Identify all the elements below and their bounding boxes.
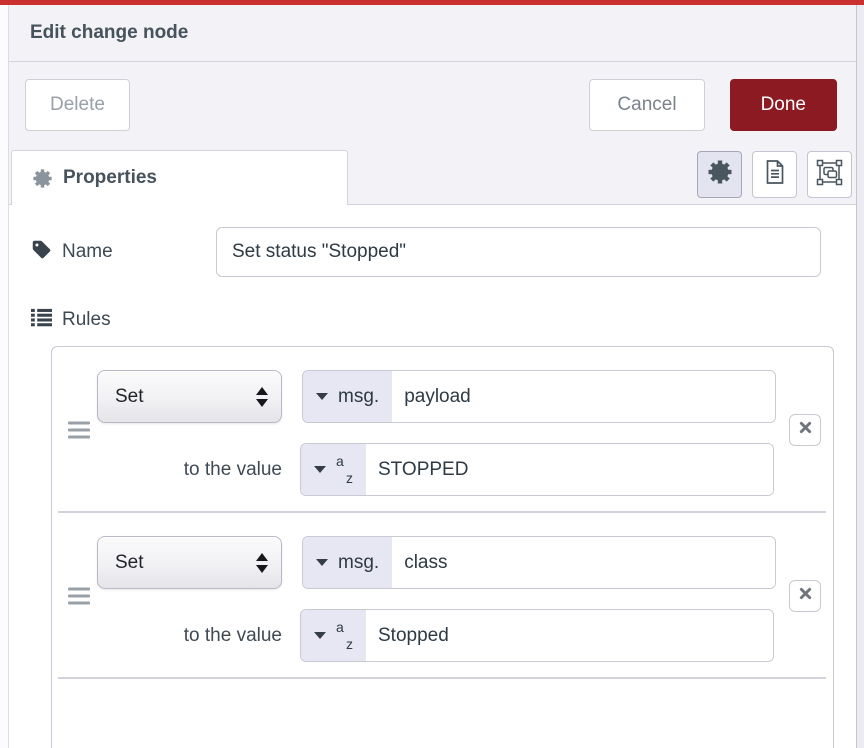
tab-properties-label: Properties [63, 167, 157, 189]
caret-down-icon [316, 559, 328, 566]
tab-bar: Properties [9, 148, 856, 205]
rule-1-value-field[interactable] [366, 444, 773, 495]
rule-1-property-input: msg. [302, 370, 776, 423]
gear-icon [708, 160, 732, 189]
to-the-value-label: to the value [52, 459, 282, 481]
rule-1-property-row: Set msg. [97, 370, 833, 423]
rule-2-value-row: to the value az [52, 609, 833, 662]
name-label-text: Name [62, 241, 113, 263]
rule-1-value-input: az [300, 443, 774, 496]
string-type-icon: az [336, 455, 353, 485]
tag-icon [31, 239, 52, 266]
caret-down-icon [314, 632, 326, 639]
string-type-icon: az [336, 621, 353, 651]
rule-2-remove-button[interactable] [789, 580, 821, 612]
workspace-edge [0, 5, 8, 748]
rule-item-1: Set msg. to the value [52, 347, 833, 513]
rule-2-value-field[interactable] [366, 610, 773, 661]
rule-item-2: Set msg. to the value [52, 513, 833, 679]
properties-panel: Name Rules [9, 205, 856, 748]
caret-down-icon [316, 393, 328, 400]
rule-1-value-type-button[interactable]: az [301, 444, 366, 495]
rules-label-text: Rules [62, 309, 111, 331]
properties-view-button[interactable] [697, 151, 742, 198]
name-input[interactable] [216, 227, 821, 277]
rule-1-property-type-button[interactable]: msg. [303, 371, 392, 422]
tab-properties[interactable]: Properties [11, 150, 348, 205]
gear-icon [33, 169, 52, 188]
rule-2-value-type-button[interactable]: az [301, 610, 366, 661]
rules-section-label: Rules [31, 307, 856, 333]
tray-header: Edit change node [9, 5, 856, 62]
name-row: Name [31, 227, 856, 277]
close-icon [798, 586, 813, 606]
select-arrows-icon [256, 553, 268, 573]
close-icon [798, 420, 813, 440]
done-button[interactable]: Done [730, 79, 837, 131]
rule-1-property-field[interactable] [392, 371, 775, 422]
rule-1-property-prefix: msg. [338, 386, 379, 408]
to-the-value-label: to the value [52, 625, 282, 647]
rule-2-property-prefix: msg. [338, 552, 379, 574]
rule-2-property-field[interactable] [392, 537, 775, 588]
tray-toolbar: Delete Cancel Done [9, 62, 856, 148]
list-icon [31, 308, 52, 333]
cancel-button[interactable]: Cancel [589, 79, 704, 131]
rule-1-action-select[interactable]: Set [97, 370, 282, 423]
name-field-label: Name [31, 239, 216, 266]
page-title: Edit change node [30, 22, 188, 44]
rule-1-action-value: Set [115, 386, 144, 408]
description-view-button[interactable] [752, 151, 797, 198]
rule-2-property-row: Set msg. [97, 536, 833, 589]
edit-node-tray: Edit change node Delete Cancel Done Pr [8, 5, 857, 748]
drag-handle-icon[interactable] [64, 418, 94, 443]
selection-icon [816, 159, 843, 191]
rules-list: Set msg. to the value [51, 346, 834, 748]
appearance-view-button[interactable] [807, 151, 852, 198]
rule-1-value-row: to the value az [52, 443, 833, 496]
select-arrows-icon [256, 387, 268, 407]
rule-2-property-input: msg. [302, 536, 776, 589]
editor-icon-toolbar [697, 151, 852, 198]
caret-down-icon [314, 466, 326, 473]
delete-button[interactable]: Delete [25, 79, 130, 131]
document-icon [763, 159, 787, 190]
rule-2-action-select[interactable]: Set [97, 536, 282, 589]
rule-2-property-type-button[interactable]: msg. [303, 537, 392, 588]
rule-2-value-input: az [300, 609, 774, 662]
rule-1-remove-button[interactable] [789, 414, 821, 446]
drag-handle-icon[interactable] [64, 584, 94, 609]
rule-2-action-value: Set [115, 552, 144, 574]
